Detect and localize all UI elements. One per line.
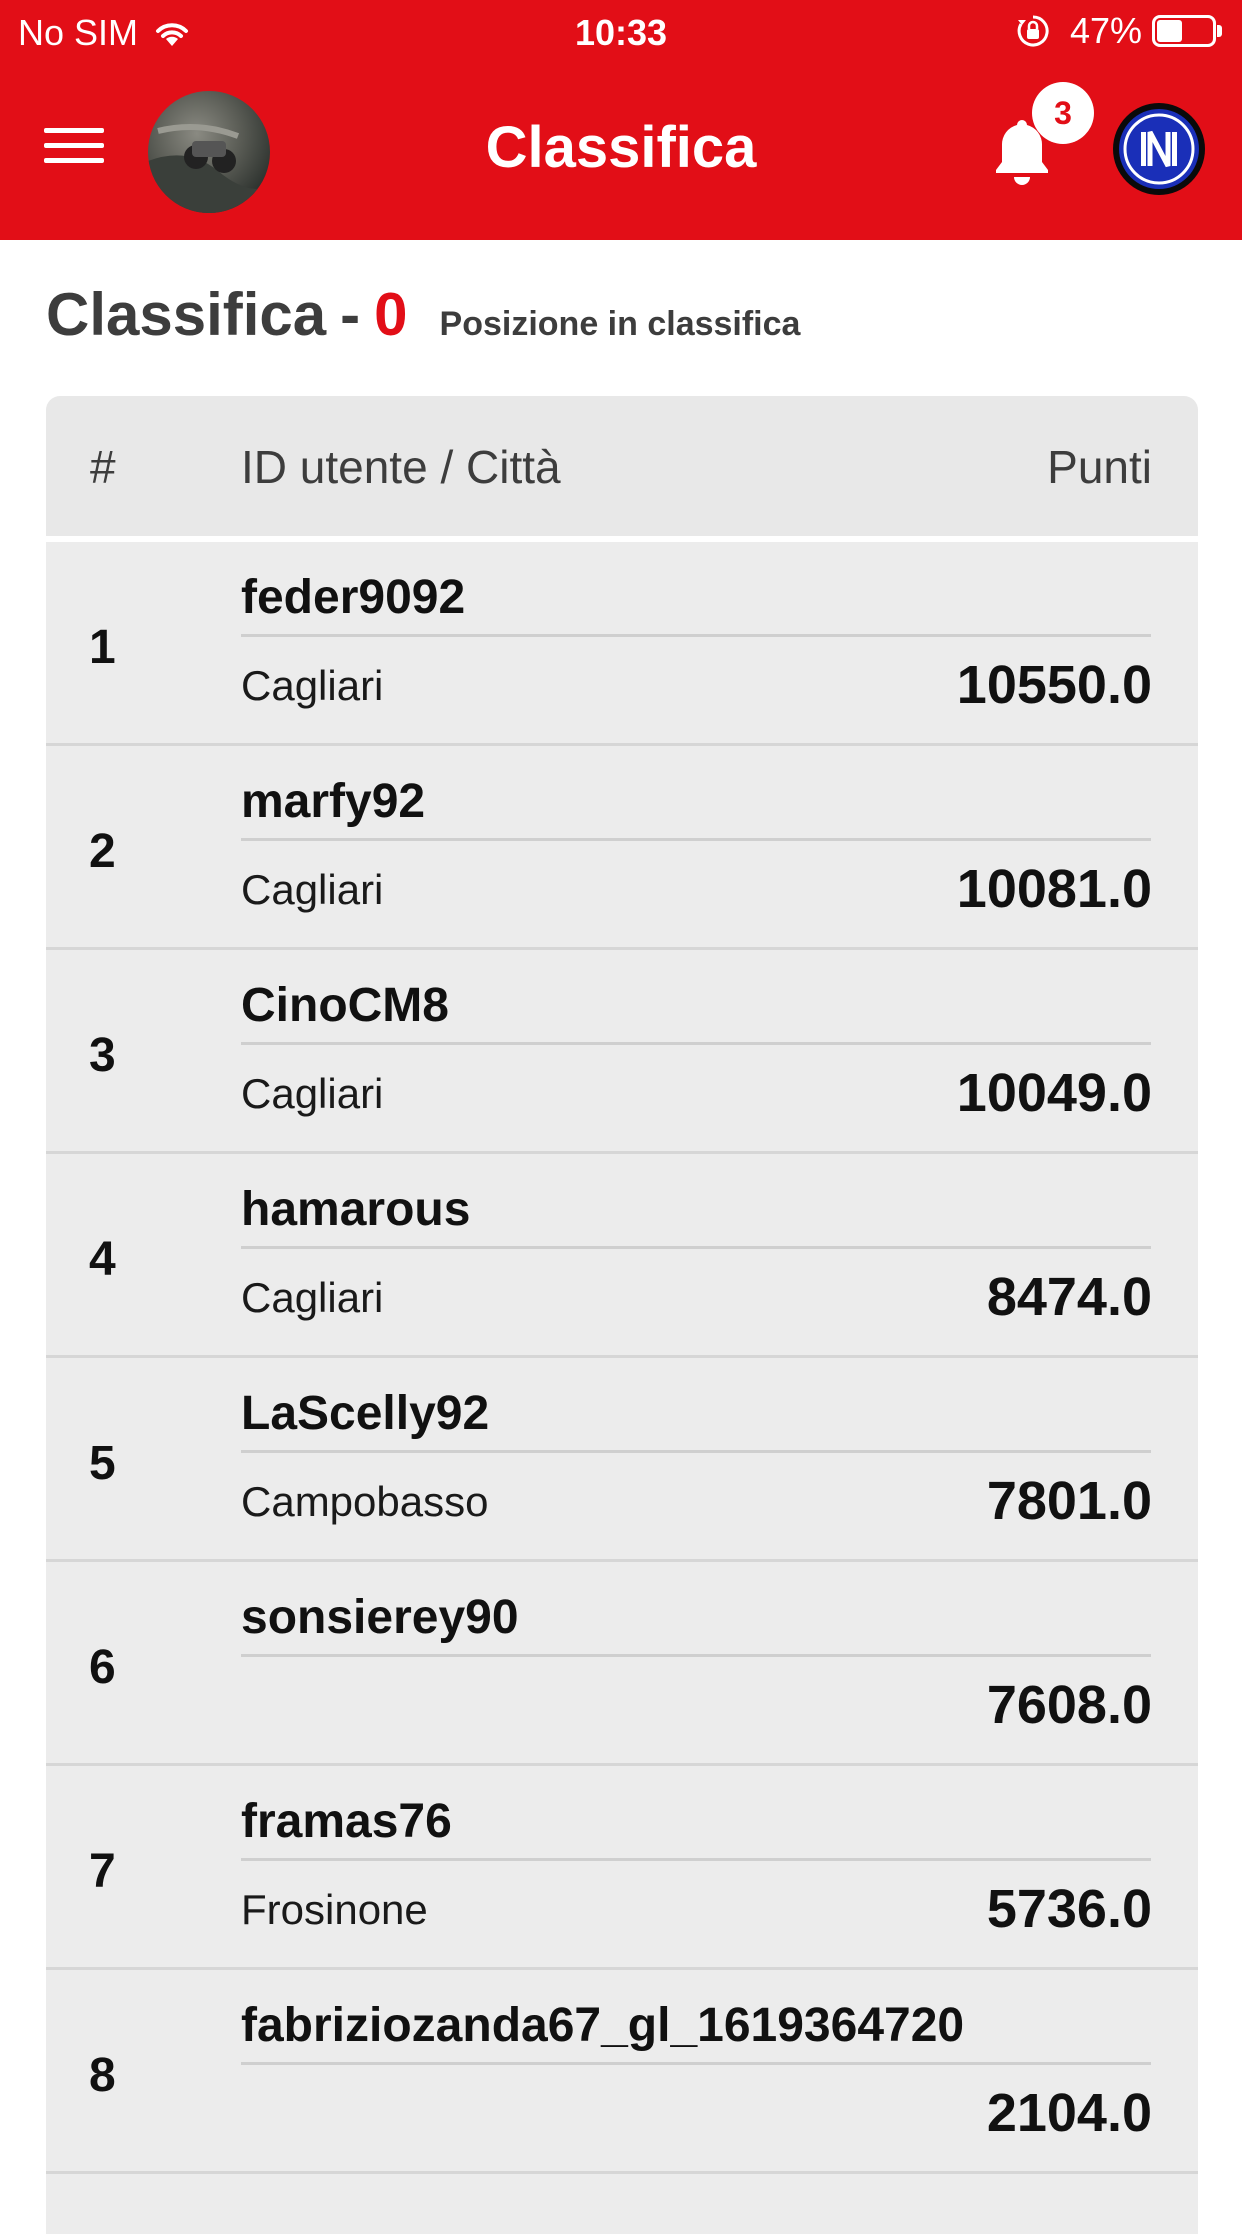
- row-city: Cagliari: [241, 866, 384, 913]
- row-city: Frosinone: [241, 1886, 428, 1933]
- row-points: 2104.0: [986, 2083, 1152, 2143]
- row-points: 7801.0: [986, 1471, 1152, 1531]
- row-points: 10081.0: [956, 859, 1152, 919]
- row-divider: [241, 1042, 1151, 1045]
- nav-bar: Classifica 3: [0, 62, 1242, 240]
- table-row[interactable]: 3 CinoCM8 Cagliari 10049.0: [46, 950, 1198, 1154]
- row-points: 7608.0: [986, 1675, 1152, 1735]
- row-city: Campobasso: [241, 1478, 489, 1525]
- club-logo[interactable]: [1112, 102, 1206, 196]
- row-city: Cagliari: [241, 1274, 384, 1321]
- ranking-table: # ID utente / Città Punti 1 feder9092 Ca…: [46, 396, 1198, 2234]
- row-points: 10550.0: [956, 655, 1152, 715]
- row-rank: 8: [89, 2049, 116, 2102]
- row-points: 8474.0: [986, 1267, 1152, 1327]
- orientation-lock-icon: [1017, 15, 1049, 47]
- row-username: feder9092: [241, 571, 466, 624]
- row-divider: [241, 1450, 1151, 1453]
- table-row[interactable]: 8 fabriziozanda67_gl_1619364720 2104.0: [46, 1970, 1198, 2174]
- table-row-partial: [46, 2174, 1198, 2234]
- row-points: 5736.0: [986, 1879, 1152, 1939]
- row-rank: 7: [89, 1845, 116, 1898]
- row-username: sonsierey90: [241, 1591, 519, 1644]
- header-user: ID utente / Città: [241, 441, 561, 493]
- table-row[interactable]: 6 sonsierey90 7608.0: [46, 1562, 1198, 1766]
- row-username: marfy92: [241, 775, 426, 828]
- row-points: 10049.0: [956, 1063, 1152, 1123]
- row-rank: 5: [89, 1437, 116, 1490]
- row-username: LaScelly92: [241, 1387, 490, 1440]
- row-rank: 3: [89, 1029, 116, 1082]
- battery-icon: [1152, 15, 1222, 47]
- row-username: hamarous: [241, 1183, 471, 1236]
- row-city: Cagliari: [241, 662, 384, 709]
- status-right-group: 47%: [1016, 10, 1222, 52]
- row-rank: 1: [89, 621, 116, 674]
- ranking-heading: Classifica - 0 Posizione in classifica: [46, 280, 800, 356]
- app-header: No SIM 10:33 47% Classifica 3: [0, 0, 1242, 240]
- row-rank: 6: [89, 1641, 116, 1694]
- row-divider: [241, 838, 1151, 841]
- heading-title: Classifica: [46, 281, 327, 348]
- position-caption: Posizione in classifica: [439, 305, 801, 343]
- table-row[interactable]: 7 framas76 Frosinone 5736.0: [46, 1766, 1198, 1970]
- row-username: CinoCM8: [241, 979, 449, 1032]
- table-row[interactable]: 1 feder9092 Cagliari 10550.0: [46, 542, 1198, 746]
- row-divider: [241, 1246, 1151, 1249]
- row-rank: 2: [89, 825, 116, 878]
- row-divider: [241, 1858, 1151, 1861]
- header-points: Punti: [1047, 441, 1152, 493]
- table-row[interactable]: 4 hamarous Cagliari 8474.0: [46, 1154, 1198, 1358]
- user-position: 0: [374, 281, 408, 348]
- table-row[interactable]: 2 marfy92 Cagliari 10081.0: [46, 746, 1198, 950]
- row-username: framas76: [241, 1795, 452, 1848]
- table-header: # ID utente / Città Punti: [46, 396, 1198, 536]
- row-divider: [241, 634, 1151, 637]
- table-row[interactable]: 5 LaScelly92 Campobasso 7801.0: [46, 1358, 1198, 1562]
- battery-percent: 47%: [1069, 10, 1142, 51]
- row-city: Cagliari: [241, 1070, 384, 1117]
- row-divider: [241, 1654, 1151, 1657]
- status-bar: No SIM 10:33 47%: [0, 0, 1242, 62]
- heading-separator: -: [340, 281, 361, 348]
- row-username: fabriziozanda67_gl_1619364720: [241, 1999, 965, 2052]
- row-divider: [241, 2062, 1151, 2065]
- notification-badge[interactable]: 3: [1032, 82, 1094, 144]
- header-rank: #: [90, 441, 116, 493]
- row-rank: 4: [89, 1233, 116, 1286]
